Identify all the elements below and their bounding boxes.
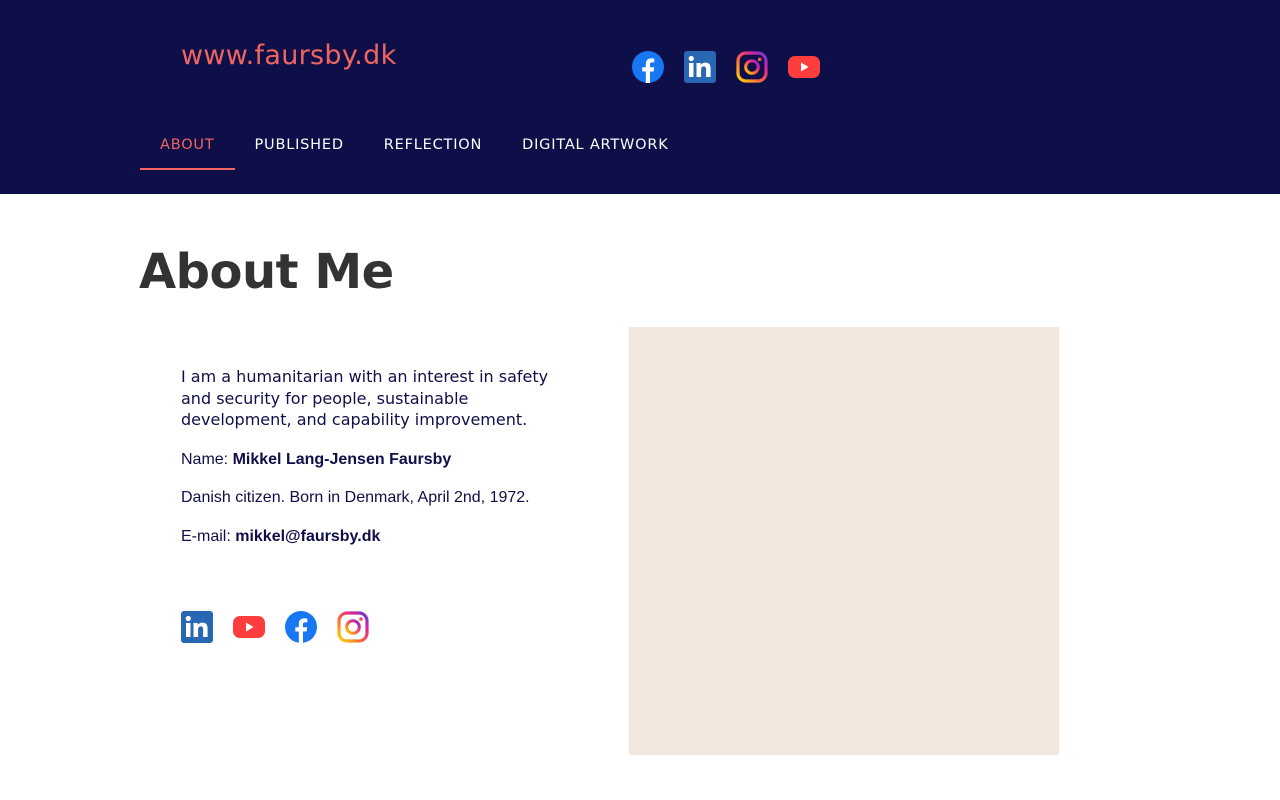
nav-item-about[interactable]: ABOUT [140,120,235,170]
nav-item-published[interactable]: PUBLISHED [235,120,364,170]
name-label: Name: [181,451,233,468]
email-line: E-mail: mikkel@faursby.dk [181,528,380,546]
header-social-links [632,51,820,83]
email-label: E-mail: [181,528,236,545]
intro-text: I am a humanitarian with an interest in … [181,367,549,429]
linkedin-icon[interactable] [684,51,716,83]
youtube-icon[interactable] [788,51,820,83]
facebook-icon[interactable] [285,611,317,643]
name-line: Name: Mikkel Lang-Jensen Faursby [181,451,451,469]
birth-info: Danish citizen. Born in Denmark, April 2… [181,489,530,506]
page-title: About Me [139,244,394,300]
content-social-links [181,611,369,643]
email-link[interactable]: mikkel@faursby.dk [235,528,380,545]
site-logo-link[interactable]: www.faursby.dk [181,40,397,71]
instagram-icon[interactable] [337,611,369,643]
nav-item-digital-artwork[interactable]: DIGITAL ARTWORK [502,120,688,170]
linkedin-icon[interactable] [181,611,213,643]
profile-image-placeholder [629,327,1059,755]
nav-item-reflection[interactable]: REFLECTION [364,120,502,170]
facebook-icon[interactable] [632,51,664,83]
site-header: www.faursby.dk ABOUT PUBLISHED REFLECTIO… [0,0,1280,194]
youtube-icon[interactable] [233,611,265,643]
instagram-icon[interactable] [736,51,768,83]
name-value: Mikkel Lang-Jensen Faursby [232,451,452,468]
main-nav: ABOUT PUBLISHED REFLECTION DIGITAL ARTWO… [140,120,689,170]
